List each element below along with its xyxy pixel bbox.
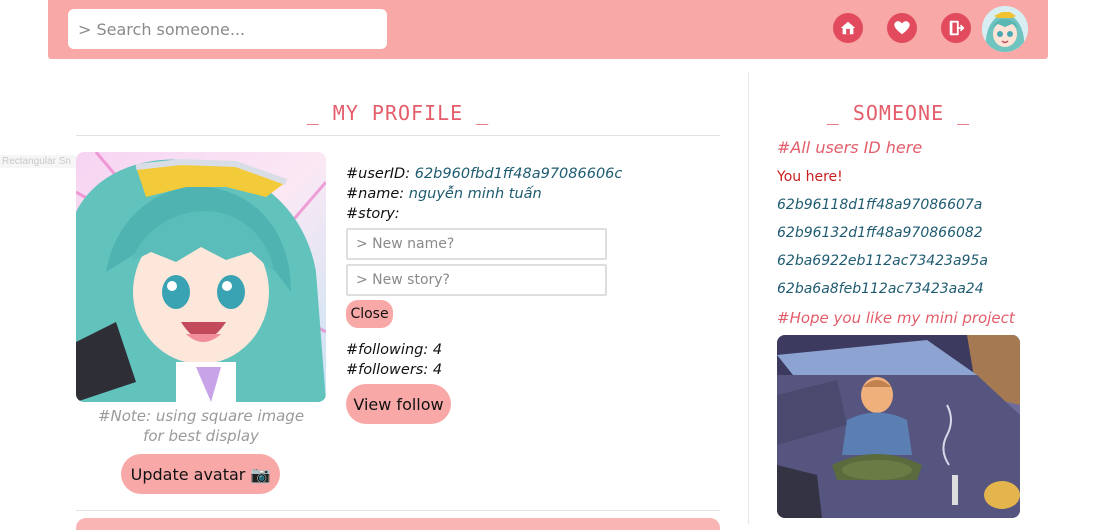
view-follow-button[interactable]: View follow (346, 384, 451, 424)
hope-text: #Hope you like my mini project (777, 309, 1015, 327)
following-count: #following: 4 (346, 342, 443, 358)
name-row: #name: nguyễn minh tuấn (346, 186, 542, 202)
user-id-link[interactable]: 62b96118d1ff48a97086607a (777, 197, 982, 213)
user-id-link[interactable]: 62b96132d1ff48a970866082 (777, 225, 983, 241)
home-icon (840, 21, 856, 35)
search-input[interactable] (68, 9, 387, 49)
profile-bottom-divider (76, 510, 720, 511)
top-navbar (48, 0, 1048, 59)
new-story-input[interactable] (346, 264, 607, 296)
new-name-input[interactable] (346, 228, 607, 260)
close-button[interactable]: Close (346, 300, 393, 328)
avatar-image (982, 6, 1028, 52)
name-value: nguyễn minh tuấn (408, 186, 542, 202)
meditation-gif (777, 335, 1020, 518)
story-label: #story: (346, 206, 400, 222)
update-avatar-button[interactable]: Update avatar 📷 (121, 454, 280, 494)
all-users-heading: #All users ID here (777, 138, 923, 157)
side-tooltip: Rectangular Sn (0, 155, 76, 168)
user-id-link[interactable]: 62ba6a8feb112ac73423aa24 (777, 281, 984, 297)
next-section-bar (76, 518, 720, 530)
name-label: #name: (346, 186, 409, 202)
someone-title: _ SOMEONE _ (826, 101, 971, 125)
profile-avatar-image (76, 152, 326, 402)
userid-row: #userID: 62b960fbd1ff48a97086606c (346, 166, 622, 182)
logout-icon (949, 20, 965, 36)
avatar-note: #Note: using square image for best displ… (76, 406, 326, 446)
you-here-label: You here! (777, 169, 843, 185)
profile-divider (76, 135, 720, 136)
user-avatar[interactable] (982, 6, 1028, 52)
user-id-link[interactable]: 62ba6922eb112ac73423a95a (777, 253, 988, 269)
note-line1: #Note: using square image (97, 407, 305, 425)
userid-label: #userID: (346, 166, 415, 182)
userid-value: 62b960fbd1ff48a97086606c (414, 166, 623, 182)
meditation-image (777, 335, 1020, 518)
profile-avatar (76, 152, 326, 402)
heart-button[interactable] (887, 13, 917, 43)
heart-icon (894, 21, 910, 35)
logout-button[interactable] (941, 13, 971, 43)
column-divider (748, 72, 749, 524)
followers-count: #followers: 4 (346, 362, 443, 378)
profile-title: _ MY PROFILE _ (306, 101, 490, 125)
note-line2: for best display (143, 427, 259, 445)
home-button[interactable] (833, 13, 863, 43)
